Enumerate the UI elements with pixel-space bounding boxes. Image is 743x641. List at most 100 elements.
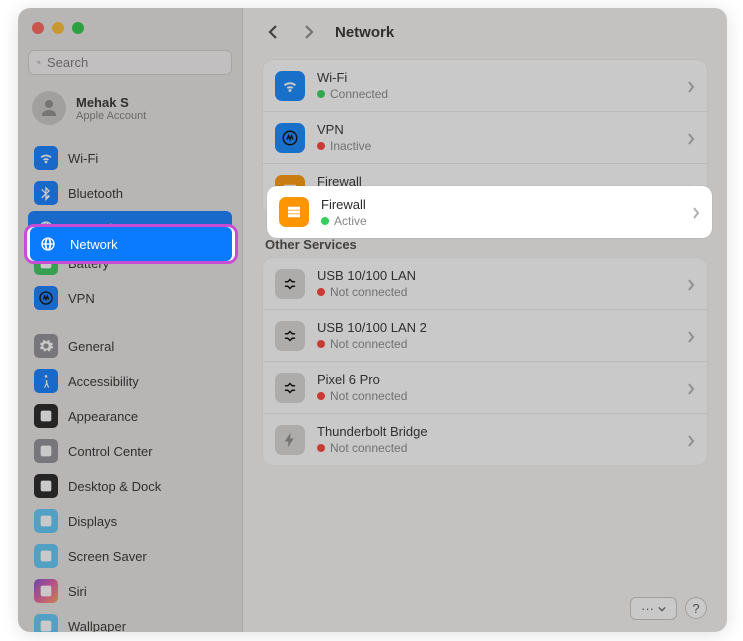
bolt-icon xyxy=(275,425,305,455)
sidebar-item-wallpaper[interactable]: Wallpaper xyxy=(28,609,232,632)
sidebar-item-label: Wi-Fi xyxy=(68,151,98,166)
sidebar-item-label: Screen Saver xyxy=(68,549,147,564)
sidebar-item-displays[interactable]: Displays xyxy=(28,504,232,538)
sidebar-item-label: Wallpaper xyxy=(68,619,126,633)
sidebar-item-bluetooth[interactable]: Bluetooth xyxy=(28,176,232,210)
eth-icon xyxy=(275,321,305,351)
search-input[interactable] xyxy=(28,50,232,75)
sidebar-item-screen-saver[interactable]: Screen Saver xyxy=(28,539,232,573)
globe-icon xyxy=(36,232,60,256)
sidebar-item-label: Accessibility xyxy=(68,374,139,389)
sidebar-item-general[interactable]: General xyxy=(28,329,232,363)
sidebar-item-appearance[interactable]: Appearance xyxy=(28,399,232,433)
footer: ··· ? xyxy=(263,589,707,620)
eth-icon xyxy=(275,269,305,299)
status-dot xyxy=(317,288,325,296)
service-row-vpn[interactable]: VPN Inactive xyxy=(263,111,707,163)
row-title: USB 10/100 LAN 2 xyxy=(317,320,675,335)
help-button[interactable]: ? xyxy=(685,597,707,619)
sidebar-item-label: VPN xyxy=(68,291,95,306)
row-status: Not connected xyxy=(330,389,407,403)
chevron-right-icon xyxy=(687,80,695,92)
row-title: USB 10/100 LAN xyxy=(317,268,675,283)
row-title: Thunderbolt Bridge xyxy=(317,424,675,439)
window-controls xyxy=(28,22,232,34)
sidebar-item-label: Siri xyxy=(68,584,87,599)
other-services-heading: Other Services xyxy=(265,237,707,252)
status-dot xyxy=(321,217,329,225)
bluetooth-icon xyxy=(34,181,58,205)
settings-window: Mehak S Apple Account Wi-Fi Bluetooth Netw… xyxy=(18,8,727,632)
sidebar-item-control-center[interactable]: Control Center xyxy=(28,434,232,468)
row-status: Active xyxy=(334,214,367,228)
chevron-right-icon xyxy=(687,434,695,446)
service-row-usb-10-100-lan-2[interactable]: USB 10/100 LAN 2 Not connected xyxy=(263,309,707,361)
appearance-icon xyxy=(34,404,58,428)
chevron-down-icon xyxy=(658,605,666,613)
service-row-pixel-6-pro[interactable]: Pixel 6 ProNot connected xyxy=(263,361,707,413)
sidebar-item-label: Desktop & Dock xyxy=(68,479,161,494)
sidebar-item-label: Appearance xyxy=(68,409,138,424)
gear-icon xyxy=(34,334,58,358)
account-subtitle: Apple Account xyxy=(76,110,146,122)
screensaver-icon xyxy=(34,544,58,568)
account-name: Mehak S xyxy=(76,95,146,110)
sidebar-item-siri[interactable]: Siri xyxy=(28,574,232,608)
wallpaper-icon xyxy=(34,614,58,632)
row-status: Not connected xyxy=(330,337,407,351)
toolbar: Network xyxy=(263,22,707,42)
highlight-firewall-row[interactable]: Firewall Active xyxy=(267,186,712,238)
sidebar-list: Wi-FiBluetoothNetworkBatteryVPNGeneralAc… xyxy=(28,141,232,632)
sidebar-item-desktop-dock[interactable]: Desktop & Dock xyxy=(28,469,232,503)
wifi-icon xyxy=(34,146,58,170)
chevron-right-icon xyxy=(687,278,695,290)
content-pane: Network Wi-Fi Connected VPN Inactive Firewal… xyxy=(243,8,727,632)
service-row-wi-fi[interactable]: Wi-Fi Connected xyxy=(263,60,707,111)
status-dot xyxy=(317,142,325,150)
close-icon[interactable] xyxy=(32,22,44,34)
status-dot xyxy=(317,90,325,98)
more-menu-button[interactable]: ··· xyxy=(630,597,677,620)
sidebar-item-label: Bluetooth xyxy=(68,186,123,201)
fullscreen-icon[interactable] xyxy=(72,22,84,34)
minimize-icon[interactable] xyxy=(52,22,64,34)
dock-icon xyxy=(34,474,58,498)
sidebar-item-accessibility[interactable]: Accessibility xyxy=(28,364,232,398)
sidebar-item-label: General xyxy=(68,339,114,354)
sidebar-item-vpn[interactable]: VPN xyxy=(28,281,232,315)
chevron-right-icon xyxy=(687,132,695,144)
row-title: Wi-Fi xyxy=(317,70,675,85)
accessibility-icon xyxy=(34,369,58,393)
vpn-icon xyxy=(34,286,58,310)
back-button[interactable] xyxy=(263,22,283,42)
row-title: VPN xyxy=(317,122,675,137)
search-icon xyxy=(37,56,41,69)
row-status: Inactive xyxy=(330,139,371,153)
firewall-icon xyxy=(279,197,309,227)
wifi-icon xyxy=(275,71,305,101)
service-row-usb-10-100-lan[interactable]: USB 10/100 LAN Not connected xyxy=(263,258,707,309)
avatar xyxy=(32,91,66,125)
sidebar-item-wi-fi[interactable]: Wi-Fi xyxy=(28,141,232,175)
row-status: Not connected xyxy=(330,285,407,299)
control-icon xyxy=(34,439,58,463)
row-status: Not connected xyxy=(330,441,407,455)
service-row-thunderbolt-bridge[interactable]: Thunderbolt Bridge Not connected xyxy=(263,413,707,465)
sidebar-item-label: Control Center xyxy=(68,444,153,459)
chevron-right-icon xyxy=(687,382,695,394)
sidebar: Mehak S Apple Account Wi-FiBluetoothNetw… xyxy=(18,8,243,632)
status-dot xyxy=(317,444,325,452)
search-field[interactable] xyxy=(47,55,223,70)
page-title: Network xyxy=(335,24,394,41)
row-status: Connected xyxy=(330,87,388,101)
account-row[interactable]: Mehak S Apple Account xyxy=(28,89,232,127)
status-dot xyxy=(317,392,325,400)
chevron-right-icon xyxy=(692,206,700,218)
chevron-right-icon xyxy=(687,330,695,342)
sidebar-item-label: Displays xyxy=(68,514,117,529)
row-title: Firewall xyxy=(321,197,680,212)
forward-button[interactable] xyxy=(299,22,319,42)
vpn-icon xyxy=(275,123,305,153)
other-services-card: USB 10/100 LANNot connectedUSB 10/100 LA… xyxy=(263,258,707,465)
siri-icon xyxy=(34,579,58,603)
